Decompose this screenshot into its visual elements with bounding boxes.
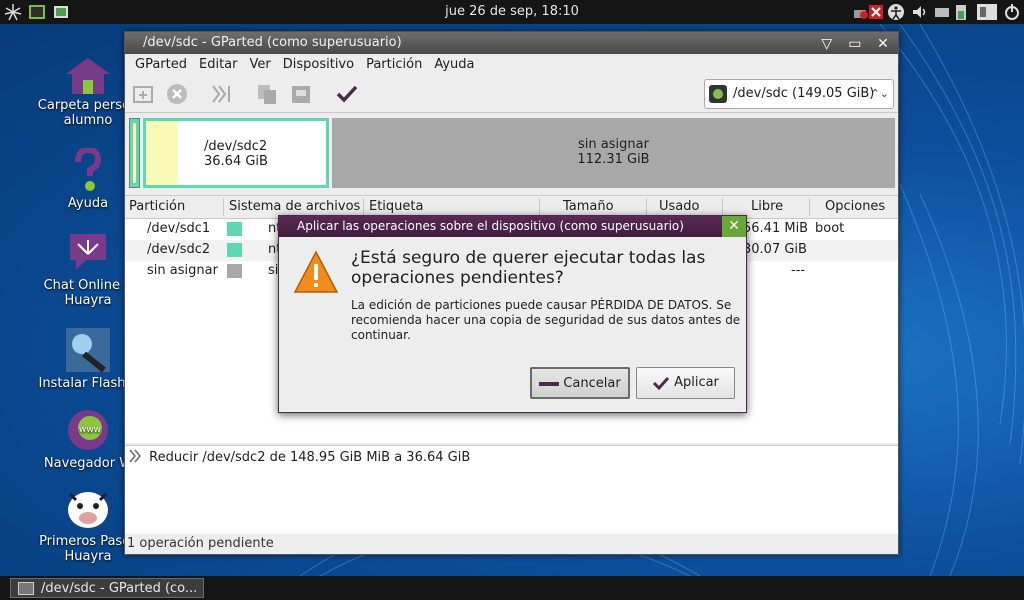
paste-icon[interactable] (289, 82, 313, 106)
dialog-primary-text: ¿Está seguro de querer ejecutar todas la… (351, 248, 706, 288)
column-header[interactable]: Partición (129, 199, 185, 214)
cell-filesystem: si (268, 263, 279, 278)
menu-editar[interactable]: Editar (193, 54, 244, 76)
cell-partition: /dev/sdc2 (147, 242, 211, 257)
column-header[interactable]: Tamaño (563, 199, 614, 214)
copy-icon[interactable] (255, 82, 279, 106)
dialog-secondary-text: La edición de particiones puede causar P… (351, 298, 741, 342)
check-icon (653, 376, 670, 390)
cell-partition: /dev/sdc1 (147, 221, 211, 236)
network-icon[interactable] (852, 3, 868, 21)
fs-color-swatch (227, 264, 242, 278)
fs-color-swatch (227, 243, 242, 257)
partition-name: sin asignar (578, 137, 649, 152)
cancel-button[interactable]: Cancelar (530, 367, 630, 399)
partition-size: 112.31 GiB (577, 152, 650, 167)
chat-icon (70, 234, 106, 270)
dialog-titlebar[interactable]: Aplicar las operaciones sobre el disposi… (279, 216, 746, 237)
pending-operation-text: Reducir /dev/sdc2 de 148.95 GiB MiB a 36… (149, 450, 471, 465)
disk-icon (709, 85, 727, 103)
partition-block-sdc1[interactable] (129, 118, 140, 188)
menubar: GParted Editar Ver Dispositivo Partición Ayud… (125, 54, 898, 76)
status-bar: 1 operación pendiente (127, 536, 274, 551)
volume-icon[interactable] (910, 3, 930, 21)
keyboard-icon[interactable] (934, 3, 950, 21)
cancel-button-label: Cancelar (563, 376, 621, 391)
chevron-down-icon[interactable]: ▽ (818, 35, 836, 53)
apply-operations-dialog: Aplicar las operaciones sobre el disposi… (278, 215, 747, 413)
partition-block-unallocated[interactable]: sin asignar 112.31 GiB (332, 118, 895, 188)
column-header[interactable]: Libre (751, 199, 783, 214)
svg-text:www: www (79, 425, 101, 435)
column-header[interactable]: Opciones (825, 199, 885, 214)
cell-free: 30.07 GiB (743, 242, 807, 257)
power-icon[interactable] (1002, 3, 1022, 21)
cell-free: 56.41 MiB (743, 221, 809, 236)
menu-dispositivo[interactable]: Dispositivo (277, 54, 360, 76)
list-item[interactable]: Reducir /dev/sdc2 de 148.95 GiB MiB a 36… (129, 449, 470, 465)
minus-icon (539, 381, 560, 386)
partition-size: 36.64 GiB (204, 154, 268, 169)
cell-partition: sin asignar (147, 263, 218, 278)
window-icon (18, 582, 34, 595)
window-title: /dev/sdc - GParted (como superusuario) (143, 35, 402, 50)
resize-op-icon (129, 449, 141, 463)
partition-name: /dev/sdc2 (204, 139, 268, 154)
apply-button[interactable]: Aplicar (636, 367, 735, 399)
close-icon[interactable]: ✕ (722, 216, 746, 237)
apply-check-icon[interactable] (335, 82, 359, 106)
maximize-icon[interactable]: ▭ (846, 35, 864, 53)
device-selector-label: /dev/sdc (149.05 GiB) (733, 86, 875, 101)
column-header[interactable]: Etiqueta (369, 199, 423, 214)
delete-partition-icon[interactable] (165, 82, 189, 106)
device-selector[interactable]: /dev/sdc (149.05 GiB) ⌃⌄ (704, 79, 894, 109)
warning-icon (293, 250, 339, 293)
menu-particion[interactable]: Partición (360, 54, 428, 76)
battery-icon[interactable] (952, 3, 972, 21)
close-notify-icon[interactable] (868, 3, 884, 21)
install-flash-icon (66, 328, 110, 373)
column-header[interactable]: Sistema de archivos (229, 199, 360, 214)
menu-gparted[interactable]: GParted (129, 54, 193, 76)
help-icon (75, 148, 102, 191)
cell-options: boot (815, 221, 845, 236)
menu-ayuda[interactable]: Ayuda (428, 54, 480, 76)
resize-move-icon[interactable] (209, 82, 233, 106)
accessibility-icon[interactable] (886, 3, 906, 21)
cow-icon (68, 492, 108, 528)
updates-icon[interactable] (976, 3, 998, 21)
taskbar-item-label: /dev/sdc - GParted (co... (41, 581, 198, 596)
menu-ver[interactable]: Ver (244, 54, 277, 76)
new-partition-icon[interactable] (131, 82, 155, 106)
partition-map: /dev/sdc2 36.64 GiB sin asignar 112.31 G… (129, 118, 895, 188)
apply-button-label: Aplicar (674, 375, 719, 390)
dialog-title: Aplicar las operaciones sobre el disposi… (297, 219, 684, 233)
close-icon[interactable]: ✕ (874, 35, 892, 53)
window-titlebar[interactable]: /dev/sdc - GParted (como superusuario) ▽… (125, 32, 898, 54)
used-space-bar (146, 121, 178, 185)
column-header[interactable]: Usado (659, 199, 699, 214)
web-browser-icon: www (68, 410, 108, 450)
pending-operations-list: Reducir /dev/sdc2 de 148.95 GiB MiB a 36… (125, 445, 898, 534)
cell-free: --- (791, 263, 806, 278)
taskbar: /dev/sdc - GParted (co... (0, 576, 1024, 600)
chevron-updown-icon: ⌃⌄ (870, 87, 889, 100)
home-folder-icon (66, 58, 110, 94)
fs-color-swatch (227, 222, 242, 236)
taskbar-item-gparted[interactable]: /dev/sdc - GParted (co... (10, 578, 204, 598)
top-panel: jue 26 de sep, 18:10 (0, 0, 1024, 24)
partition-block-sdc2[interactable]: /dev/sdc2 36.64 GiB (143, 118, 329, 188)
toolbar: /dev/sdc (149.05 GiB) ⌃⌄ (125, 76, 898, 113)
